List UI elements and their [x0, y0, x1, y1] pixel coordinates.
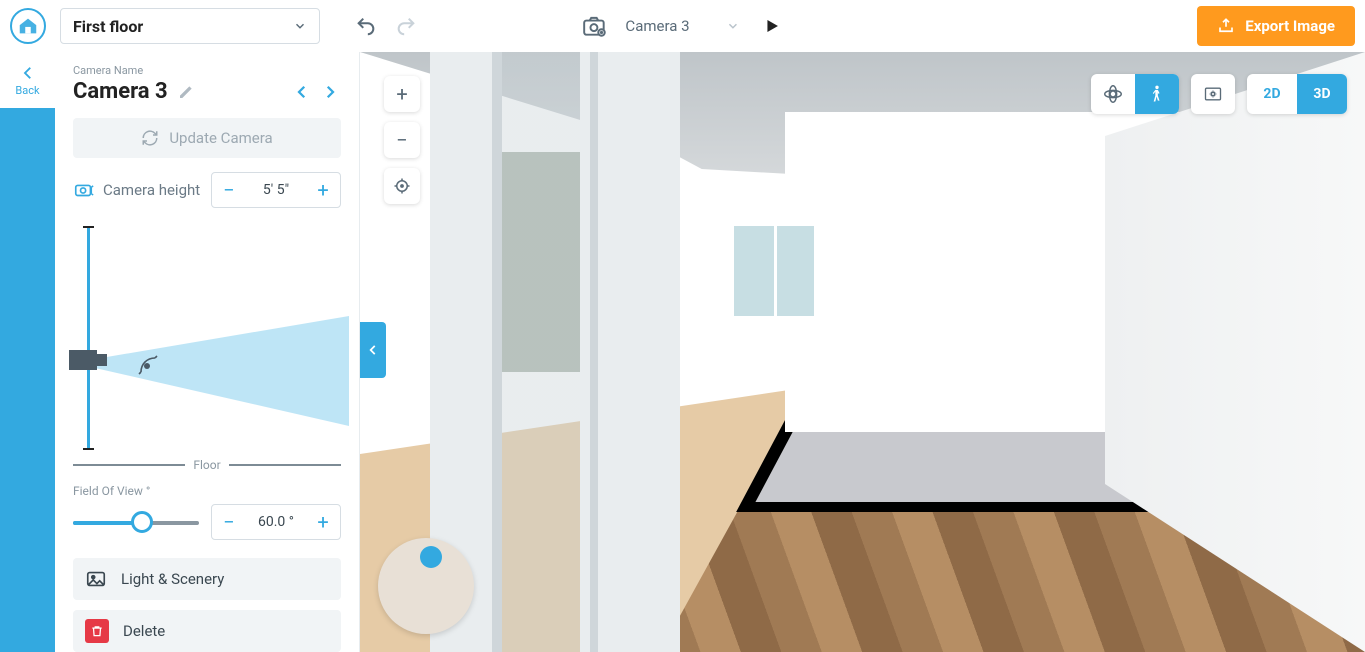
- orbit-icon: [1102, 83, 1124, 105]
- edit-name-button[interactable]: [178, 84, 194, 100]
- update-camera-button[interactable]: Update Camera: [73, 118, 341, 158]
- export-image-button[interactable]: Export Image: [1197, 6, 1355, 46]
- view-2d-button[interactable]: 2D: [1247, 74, 1297, 114]
- viewport-3d[interactable]: + − 2D 3D: [360, 52, 1365, 652]
- zoom-controls: + −: [384, 76, 420, 204]
- camera-name-label: Camera Name: [73, 64, 341, 77]
- floor-ruler: Floor: [73, 458, 341, 472]
- camera-preview-diagram[interactable]: [73, 226, 341, 456]
- view-controls: 2D 3D: [1091, 74, 1347, 114]
- fov-stepper[interactable]: − 60.0 ° +: [211, 504, 341, 540]
- camera-height-row: Camera height − 5' 5" +: [73, 172, 341, 208]
- camera-name-value: Camera 3: [73, 79, 168, 104]
- floor-select-value: First floor: [73, 17, 143, 36]
- angle-handle-icon[interactable]: [137, 352, 161, 376]
- undo-button[interactable]: [354, 14, 378, 38]
- camera-prev-next: [291, 81, 341, 103]
- chevron-down-icon: [293, 19, 307, 33]
- back-label: Back: [15, 84, 39, 97]
- delete-label: Delete: [123, 622, 165, 640]
- back-strip: Back: [0, 52, 55, 652]
- add-camera-icon[interactable]: [579, 12, 607, 40]
- fov-row: − 60.0 ° +: [73, 504, 341, 540]
- chevron-left-icon: [19, 64, 37, 82]
- height-value: 5' 5": [246, 182, 306, 198]
- chevron-down-icon: [726, 19, 740, 33]
- camera-height-icon: [73, 179, 95, 201]
- camera-height-label: Camera height: [103, 181, 200, 199]
- undo-redo-group: [354, 14, 418, 38]
- crosshair-icon: [393, 177, 411, 195]
- zoom-in-button[interactable]: +: [384, 76, 420, 112]
- next-camera-button[interactable]: [319, 81, 341, 103]
- recenter-button[interactable]: [384, 168, 420, 204]
- orbit-mode-button[interactable]: [1091, 74, 1135, 114]
- view-3d-button[interactable]: 3D: [1297, 74, 1347, 114]
- chevron-left-icon: [366, 343, 380, 357]
- height-increment[interactable]: +: [306, 178, 340, 202]
- fov-label: Field Of View °: [73, 484, 341, 498]
- orientation-dot: [420, 546, 442, 568]
- collapse-sidebar-button[interactable]: [360, 322, 386, 378]
- camera-select[interactable]: Camera 3: [625, 17, 739, 35]
- fov-decrement[interactable]: −: [212, 510, 246, 534]
- window-object: [730, 222, 818, 320]
- camera-select-group: Camera 3: [579, 12, 785, 40]
- height-decrement[interactable]: −: [212, 178, 246, 202]
- export-icon: [1217, 17, 1235, 35]
- floor-select[interactable]: First floor: [60, 8, 320, 44]
- trash-icon: [85, 619, 109, 643]
- dimension-pill: 2D 3D: [1247, 74, 1347, 114]
- walk-mode-button[interactable]: [1135, 74, 1179, 114]
- refresh-icon: [141, 129, 159, 147]
- update-camera-label: Update Camera: [169, 129, 272, 147]
- navigation-puck[interactable]: [378, 538, 474, 634]
- image-icon: [85, 568, 107, 590]
- camera-select-value: Camera 3: [625, 17, 689, 35]
- light-scenery-label: Light & Scenery: [121, 570, 224, 588]
- nav-mode-pill: [1091, 74, 1179, 114]
- camera-height-stepper[interactable]: − 5' 5" +: [211, 172, 341, 208]
- app-logo[interactable]: [10, 8, 46, 44]
- light-scenery-button[interactable]: Light & Scenery: [73, 558, 341, 600]
- render-settings-button[interactable]: [1191, 74, 1235, 114]
- top-bar: First floor Camera 3 Export Image: [0, 0, 1365, 52]
- export-label: Export Image: [1245, 17, 1335, 35]
- fov-increment[interactable]: +: [306, 510, 340, 534]
- delete-camera-button[interactable]: Delete: [73, 610, 341, 652]
- back-button[interactable]: Back: [0, 52, 55, 108]
- fov-value: 60.0 °: [246, 514, 306, 530]
- settings-pill: [1191, 74, 1235, 114]
- walk-icon: [1147, 84, 1167, 104]
- prev-camera-button[interactable]: [291, 81, 313, 103]
- camera-sidebar: Camera Name Camera 3 Update Camera Camer…: [55, 52, 360, 652]
- play-button[interactable]: [758, 12, 786, 40]
- fov-slider[interactable]: [73, 512, 199, 532]
- gear-in-frame-icon: [1203, 84, 1223, 104]
- camera-name-row: Camera 3: [73, 79, 194, 104]
- zoom-out-button[interactable]: −: [384, 122, 420, 158]
- redo-button[interactable]: [394, 14, 418, 38]
- floor-label: Floor: [193, 458, 220, 472]
